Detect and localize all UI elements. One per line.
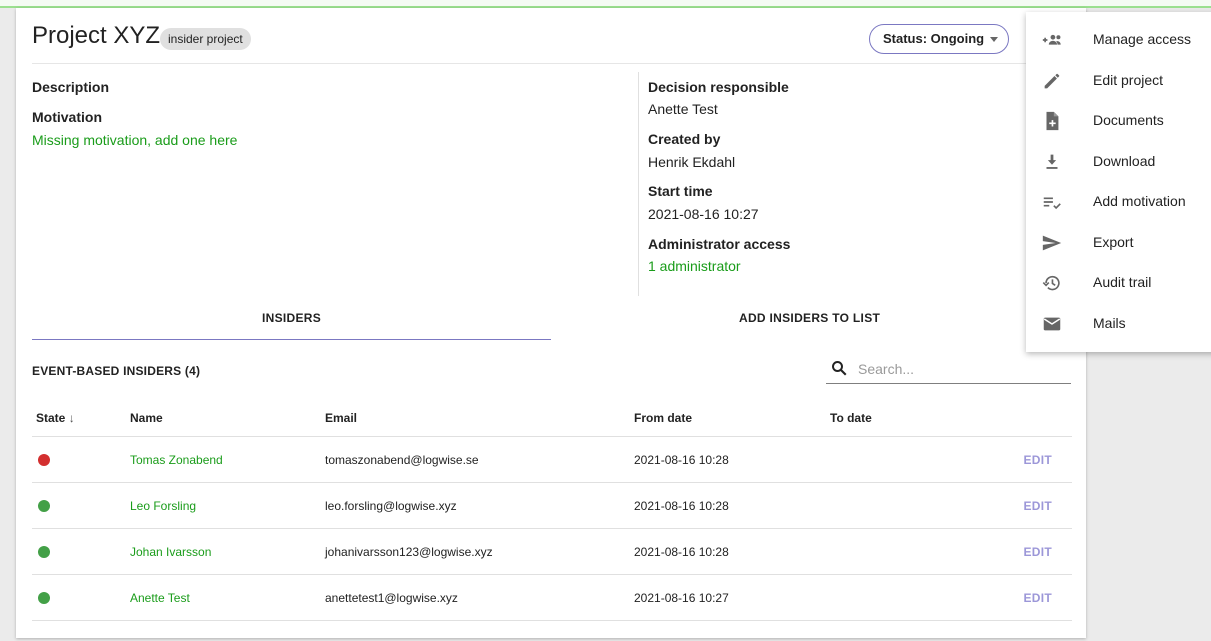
menu-item-label: Add motivation	[1093, 193, 1186, 209]
menu-item-audit-trail[interactable]: Audit trail	[1026, 265, 1211, 301]
state-indicator	[38, 454, 50, 467]
table-row: Leo Forsling leo.forsling@logwise.xyz 20…	[32, 482, 1072, 529]
state-indicator	[38, 546, 50, 559]
add-motivation-link[interactable]: Missing motivation, add one here	[32, 132, 237, 148]
top-accent-line	[0, 0, 1211, 8]
menu-item-label: Audit trail	[1093, 274, 1152, 290]
status-dropdown[interactable]: Status: Ongoing	[869, 24, 1009, 54]
history-icon	[1042, 275, 1060, 291]
edit-button[interactable]: EDIT	[990, 574, 1072, 621]
group-add-icon	[1042, 34, 1061, 45]
playlist-check-icon	[1043, 197, 1061, 210]
column-email[interactable]: Email	[325, 400, 634, 437]
menu-item-mails[interactable]: Mails	[1026, 306, 1211, 342]
insider-name-link[interactable]: Johan Ivarsson	[130, 528, 325, 575]
insider-email: tomaszonabend@logwise.se	[325, 436, 634, 483]
insider-from-date: 2021-08-16 10:27	[634, 574, 830, 621]
menu-item-documents[interactable]: Documents	[1026, 103, 1211, 139]
edit-button[interactable]: EDIT	[990, 482, 1072, 529]
document-add-icon	[1046, 111, 1059, 131]
send-icon	[1042, 235, 1062, 251]
insider-email: johanivarsson123@logwise.xyz	[325, 528, 634, 575]
menu-item-label: Documents	[1093, 112, 1164, 128]
section-title: EVENT-BASED INSIDERS (4)	[32, 364, 201, 378]
mail-icon	[1043, 317, 1061, 331]
active-tab-indicator	[32, 339, 551, 340]
sort-arrow-icon: ↓	[68, 411, 75, 425]
pencil-icon	[1044, 73, 1060, 89]
download-icon	[1046, 154, 1058, 169]
menu-item-edit-project[interactable]: Edit project	[1026, 63, 1211, 99]
table-row: Tomas Zonabend tomaszonabend@logwise.se …	[32, 436, 1072, 483]
column-name[interactable]: Name	[130, 400, 325, 437]
column-actions	[990, 400, 1072, 437]
motivation-label: Motivation	[32, 109, 102, 125]
page-title: Project XYZ	[32, 22, 161, 49]
description-label: Description	[32, 79, 110, 95]
administrator-access-link[interactable]: 1 administrator	[648, 258, 741, 274]
insider-name-link[interactable]: Leo Forsling	[130, 482, 325, 529]
header-divider	[32, 63, 1072, 64]
start-time-label: Start time	[648, 183, 713, 199]
insider-name-link[interactable]: Tomas Zonabend	[130, 436, 325, 483]
menu-item-export[interactable]: Export	[1026, 225, 1211, 261]
insider-to-date	[830, 482, 990, 529]
column-from-date[interactable]: From date	[634, 400, 830, 437]
search-icon	[832, 361, 847, 376]
menu-item-label: Export	[1093, 234, 1134, 250]
menu-item-manage-access[interactable]: Manage access	[1026, 22, 1211, 58]
details-divider	[638, 72, 639, 296]
menu-item-label: Mails	[1093, 315, 1126, 331]
insider-from-date: 2021-08-16 10:28	[634, 482, 830, 529]
menu-item-download[interactable]: Download	[1026, 144, 1211, 180]
tab-add-insiders[interactable]: ADD INSIDERS TO LIST	[739, 311, 880, 325]
column-state[interactable]: State ↓	[32, 400, 130, 437]
insider-email: anettetest1@logwise.xyz	[325, 574, 634, 621]
insider-to-date	[830, 528, 990, 575]
state-indicator	[38, 500, 50, 513]
menu-item-add-motivation[interactable]: Add motivation	[1026, 184, 1211, 220]
insiders-table: State ↓ Name Email From date To date Tom…	[32, 400, 1072, 621]
menu-item-label: Download	[1093, 153, 1156, 169]
insider-email: leo.forsling@logwise.xyz	[325, 482, 634, 529]
decision-responsible-value: Anette Test	[648, 101, 718, 117]
start-time-value: 2021-08-16 10:27	[648, 206, 759, 222]
project-card: Project XYZ insider project Status: Ongo…	[16, 8, 1086, 638]
insider-from-date: 2021-08-16 10:28	[634, 436, 830, 483]
created-by-value: Henrik Ekdahl	[648, 154, 736, 170]
state-indicator	[38, 592, 50, 605]
menu-item-label: Manage access	[1093, 31, 1192, 47]
search-field[interactable]	[826, 355, 1071, 384]
chevron-down-icon	[990, 37, 998, 42]
search-input[interactable]	[856, 358, 1060, 380]
decision-responsible-label: Decision responsible	[648, 79, 789, 95]
column-to-date[interactable]: To date	[830, 400, 990, 437]
project-type-chip: insider project	[160, 28, 251, 50]
edit-button[interactable]: EDIT	[990, 528, 1072, 575]
menu-item-label: Edit project	[1093, 72, 1164, 88]
created-by-label: Created by	[648, 131, 721, 147]
status-label: Status: Ongoing	[883, 31, 985, 46]
table-row: Johan Ivarsson johanivarsson123@logwise.…	[32, 528, 1072, 575]
administrator-access-label: Administrator access	[648, 236, 791, 252]
insider-from-date: 2021-08-16 10:28	[634, 528, 830, 575]
tab-insiders[interactable]: INSIDERS	[262, 311, 321, 325]
table-header-row: State ↓ Name Email From date To date	[32, 400, 1072, 437]
insider-to-date	[830, 574, 990, 621]
project-actions-menu: Manage access Edit project Documents Dow…	[1026, 12, 1211, 352]
table-row: Anette Test anettetest1@logwise.xyz 2021…	[32, 574, 1072, 621]
edit-button[interactable]: EDIT	[990, 436, 1072, 483]
insider-name-link[interactable]: Anette Test	[130, 574, 325, 621]
insider-to-date	[830, 436, 990, 483]
